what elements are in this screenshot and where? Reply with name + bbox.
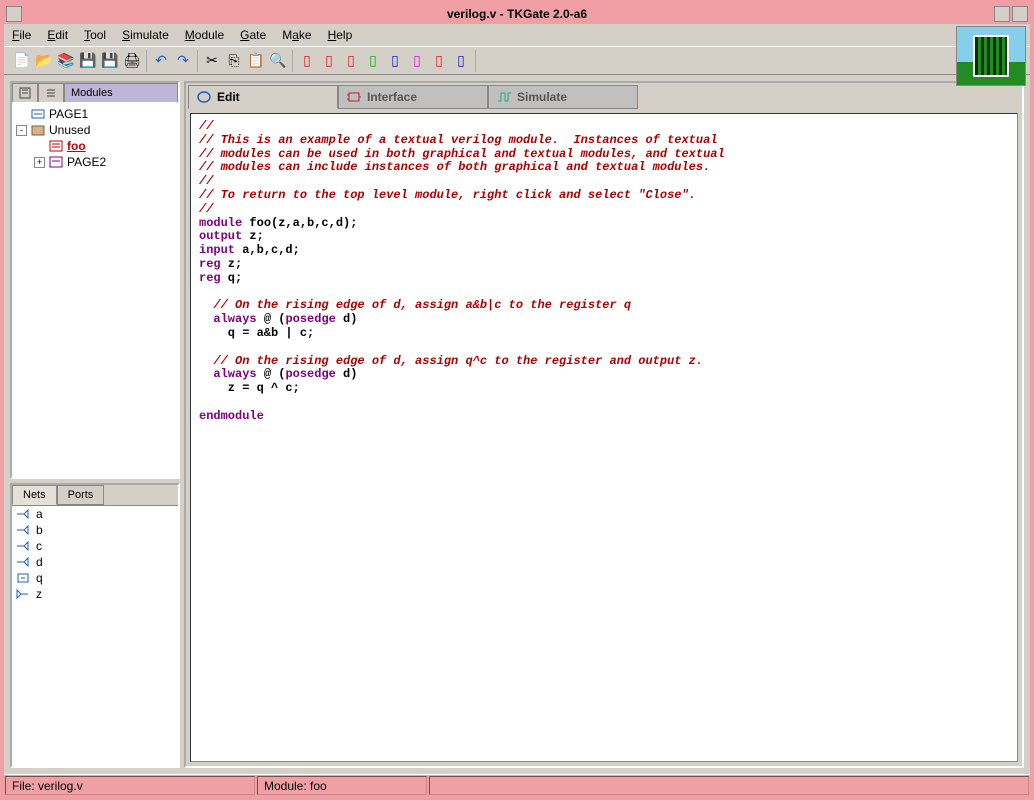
gate-not-icon[interactable]: ▯ bbox=[385, 51, 405, 71]
undo-icon[interactable]: ↶ bbox=[151, 51, 171, 71]
net-label: b bbox=[36, 523, 43, 537]
titlebar: verilog.v - TKGate 2.0-a6 bbox=[4, 4, 1030, 24]
net-list[interactable]: a b c d q z bbox=[12, 506, 178, 766]
print-icon[interactable]: 🖨 bbox=[122, 51, 142, 71]
list-item[interactable]: q bbox=[12, 570, 178, 586]
tree-label: foo bbox=[67, 139, 86, 153]
tab-modules-label: Modules bbox=[71, 87, 113, 99]
tree-item-foo[interactable]: foo bbox=[16, 138, 174, 154]
tab-hier-tree-icon[interactable] bbox=[12, 83, 38, 102]
tab-nets[interactable]: Nets bbox=[12, 485, 57, 505]
gate-xor-icon[interactable]: ▯ bbox=[341, 51, 361, 71]
tab-ports[interactable]: Ports bbox=[57, 485, 105, 505]
tree-label: PAGE2 bbox=[67, 155, 106, 169]
minimize-icon[interactable] bbox=[994, 6, 1010, 22]
menu-edit[interactable]: Edit bbox=[45, 26, 70, 44]
tab-nets-label: Nets bbox=[23, 489, 46, 501]
tab-ports-label: Ports bbox=[68, 489, 94, 501]
list-item[interactable]: a bbox=[12, 506, 178, 522]
gate-buf-icon[interactable]: ▯ bbox=[363, 51, 383, 71]
save-icon[interactable]: 💾 bbox=[78, 51, 98, 71]
paste-icon[interactable]: 📋 bbox=[246, 51, 266, 71]
net-label: d bbox=[36, 555, 43, 569]
maximize-icon[interactable] bbox=[1012, 6, 1028, 22]
list-item[interactable]: z bbox=[12, 586, 178, 602]
module-graph-icon bbox=[49, 155, 63, 169]
status-message bbox=[429, 776, 1029, 795]
tree-label: Unused bbox=[49, 123, 90, 137]
list-item[interactable]: b bbox=[12, 522, 178, 538]
menu-gate[interactable]: Gate bbox=[238, 26, 268, 44]
module-text-icon bbox=[49, 139, 63, 153]
status-module: Module: foo bbox=[257, 776, 427, 795]
find-icon[interactable]: 🔍 bbox=[268, 51, 288, 71]
reg-icon bbox=[16, 571, 30, 585]
menu-simulate[interactable]: Simulate bbox=[120, 26, 171, 44]
menu-help[interactable]: Help bbox=[326, 26, 355, 44]
net-label: q bbox=[36, 571, 43, 585]
menu-make[interactable]: Make bbox=[280, 26, 313, 44]
window-title: verilog.v - TKGate 2.0-a6 bbox=[447, 7, 587, 21]
input-port-icon bbox=[16, 507, 30, 521]
sysmenu-icon[interactable] bbox=[6, 6, 22, 22]
input-port-icon bbox=[16, 555, 30, 569]
menu-module[interactable]: Module bbox=[183, 26, 226, 44]
input-port-icon bbox=[16, 523, 30, 537]
tab-interface[interactable]: Interface bbox=[338, 85, 488, 109]
gate-mod-icon[interactable]: ▯ bbox=[451, 51, 471, 71]
redo-icon[interactable]: ↷ bbox=[173, 51, 193, 71]
tab-label: Simulate bbox=[517, 90, 567, 104]
interface-tab-icon bbox=[347, 91, 361, 103]
app-logo-icon bbox=[956, 26, 1026, 86]
list-item[interactable]: d bbox=[12, 554, 178, 570]
net-label: c bbox=[36, 539, 42, 553]
edit-tab-icon bbox=[197, 91, 211, 103]
tab-simulate[interactable]: Simulate bbox=[488, 85, 638, 109]
tab-flat-list-icon[interactable] bbox=[38, 83, 64, 102]
output-port-icon bbox=[16, 587, 30, 601]
library-icon[interactable]: 📚 bbox=[56, 51, 76, 71]
net-label: z bbox=[36, 587, 42, 601]
code-editor[interactable]: // // This is an example of a textual ve… bbox=[190, 113, 1018, 762]
tree-label: PAGE1 bbox=[49, 107, 88, 121]
simulate-tab-icon bbox=[497, 91, 511, 103]
list-item[interactable]: c bbox=[12, 538, 178, 554]
cut-icon[interactable]: ✂ bbox=[202, 51, 222, 71]
tab-label: Interface bbox=[367, 90, 417, 104]
status-file: File: verilog.v bbox=[5, 776, 255, 795]
module-tree[interactable]: PAGE1 - Unused foo bbox=[12, 102, 178, 477]
gate-ff-icon[interactable]: ▯ bbox=[429, 51, 449, 71]
statusbar: File: verilog.v Module: foo bbox=[4, 774, 1030, 796]
tree-item-page2[interactable]: + PAGE2 bbox=[16, 154, 174, 170]
tab-modules[interactable]: Modules bbox=[64, 83, 178, 102]
menubar: File Edit Tool Simulate Module Gate Make… bbox=[4, 24, 1030, 47]
collapse-icon[interactable]: - bbox=[16, 125, 27, 136]
input-port-icon bbox=[16, 539, 30, 553]
menu-tool[interactable]: Tool bbox=[82, 26, 108, 44]
net-label: a bbox=[36, 507, 43, 521]
module-graph-icon bbox=[31, 107, 45, 121]
gate-and-icon[interactable]: ▯ bbox=[297, 51, 317, 71]
tree-item-unused[interactable]: - Unused bbox=[16, 122, 174, 138]
new-file-icon[interactable]: 📄 bbox=[12, 51, 32, 71]
toolbar: 📄 📂 📚 💾 💾 🖨 ↶ ↷ ✂ ⎘ 📋 🔍 ▯ ▯ ▯ ▯ ▯ ▯ ▯ ▯ bbox=[4, 47, 1030, 75]
tab-edit[interactable]: Edit bbox=[188, 85, 338, 109]
gate-or-icon[interactable]: ▯ bbox=[319, 51, 339, 71]
copy-icon[interactable]: ⎘ bbox=[224, 51, 244, 71]
tab-label: Edit bbox=[217, 90, 240, 104]
expand-icon[interactable]: + bbox=[34, 157, 45, 168]
tree-item-page1[interactable]: PAGE1 bbox=[16, 106, 174, 122]
folder-icon bbox=[31, 123, 45, 137]
open-folder-icon[interactable]: 📂 bbox=[34, 51, 54, 71]
gate-mux-icon[interactable]: ▯ bbox=[407, 51, 427, 71]
saveas-icon[interactable]: 💾 bbox=[100, 51, 120, 71]
menu-file[interactable]: File bbox=[10, 26, 33, 44]
